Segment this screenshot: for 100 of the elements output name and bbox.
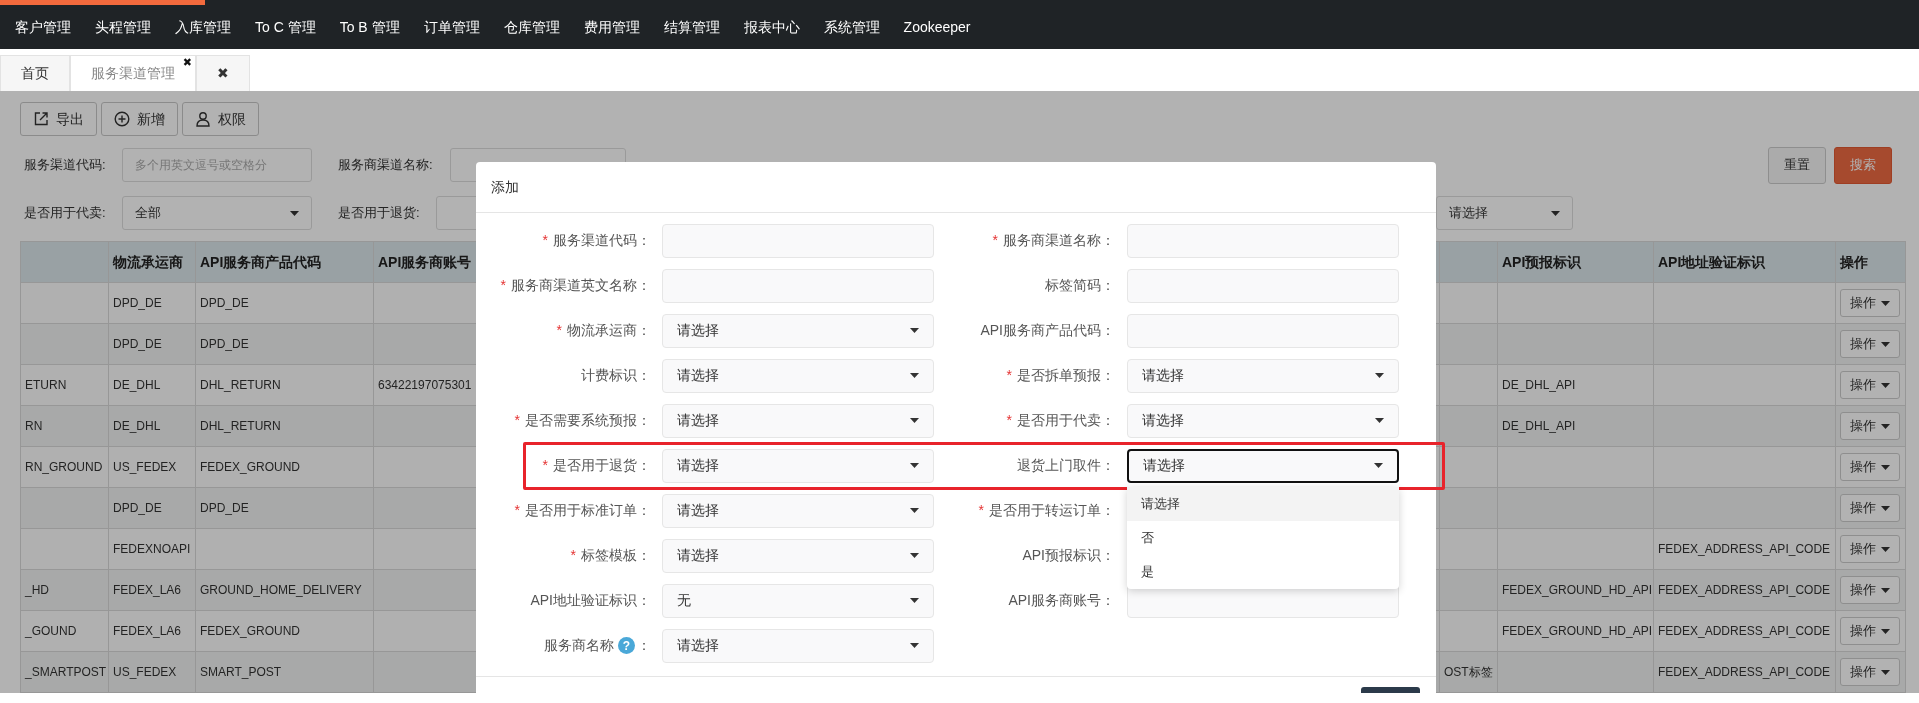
filter-label: 服务商渠道名称: [337,156,434,175]
caret-icon [1881,587,1890,593]
select-field[interactable]: 请选择 [662,358,934,393]
field-label: 是否需要系统预报： [525,411,651,430]
table-cell: FEDEX_GROUND [200,624,300,638]
filter-select[interactable]: 请选择 [1436,196,1573,230]
caret-icon [910,598,919,603]
caret-icon [910,418,919,423]
table-cell: FEDEX_ADDRESS_API_CODE [1658,665,1831,679]
reset-button[interactable]: 重置 [1768,146,1826,184]
nav-menu-item[interactable]: 入库管理 [163,16,243,38]
page-tab[interactable]: ✖ [196,55,250,91]
caret-icon [290,210,299,216]
field-label: API地址验证标识： [530,591,651,610]
nav-menu-item[interactable]: 订单管理 [411,16,492,38]
field-label: 计费标识： [581,366,651,385]
caret-icon [1881,546,1890,552]
required-asterisk: * [542,456,548,475]
select-field[interactable]: 请选择 [662,448,934,483]
dropdown-option[interactable]: 是 [1127,554,1399,589]
table-cell: FEDEX_LA6 [113,624,182,638]
nav-menu-item[interactable]: Zookeeper [891,16,983,38]
select-field[interactable]: 请选择 [1127,358,1399,393]
select-field[interactable]: 无 [662,583,934,618]
page-tab[interactable]: 首页 [0,55,70,91]
input-field[interactable] [662,223,934,258]
nav-menu-item[interactable]: 客户管理 [3,16,83,38]
person-icon [195,111,211,127]
nav-menu-item[interactable]: 仓库管理 [491,16,572,38]
caret-icon [1881,628,1890,634]
table-cell: RN_GROUND [25,460,103,474]
table-cell: FEDEXNOAPI [113,542,191,556]
table-cell: FEDEX_ADDRESS_API_CODE [1658,624,1831,638]
nav-menu-item[interactable]: To B 管理 [327,16,412,38]
table-cell: DE_DHL [113,419,161,433]
toolbar-button[interactable]: 新增 [101,102,178,136]
table-cell: DHL_RETURN [200,378,281,392]
table-cell: RN [25,419,43,433]
nav-menu-item[interactable]: 头程管理 [83,16,163,38]
caret-icon [1881,341,1890,347]
field-label: API预报标识： [1022,546,1115,565]
caret-icon [1375,373,1384,378]
required-asterisk: * [1006,411,1012,430]
dropdown-option[interactable]: 否 [1127,520,1399,555]
caret-icon [910,373,919,378]
action-dropdown-button[interactable]: 操作 [1840,412,1900,440]
action-dropdown-button[interactable]: 操作 [1840,576,1900,604]
input-field[interactable] [1127,268,1399,303]
nav-menu-item[interactable]: 报表中心 [731,16,812,38]
action-dropdown-button[interactable]: 操作 [1840,453,1900,481]
nav-menu-item[interactable]: 系统管理 [811,16,892,38]
select-field[interactable]: 请选择 [1127,448,1399,483]
column-header: API预报标识 [1497,241,1654,283]
table-cell: DPD_DE [200,296,249,310]
toolbar-button[interactable]: 权限 [182,102,259,136]
field-label: 退货上门取件： [1017,456,1115,475]
table-cell: DPD_DE [200,337,249,351]
field-label: API服务商产品代码： [980,321,1115,340]
action-dropdown-button[interactable]: 操作 [1840,371,1900,399]
required-asterisk: * [978,501,984,520]
caret-icon [1881,300,1890,306]
action-dropdown-button[interactable]: 操作 [1840,330,1900,358]
field-label: 物流承运商： [567,321,651,340]
action-dropdown-button[interactable]: 操作 [1840,494,1900,522]
select-field[interactable]: 请选择 [662,403,934,438]
toolbar-button[interactable]: 导出 [20,102,97,136]
input-field[interactable] [1127,313,1399,348]
close-icon[interactable]: ✖ [182,57,192,68]
dropdown-option[interactable]: 请选择 [1127,486,1399,521]
required-asterisk: * [570,546,576,565]
table-cell: DE_DHL_API [1502,378,1576,392]
column-header: 物流承运商 [108,241,196,283]
select-field[interactable]: 请选择 [662,313,934,348]
select-field[interactable]: 请选择 [662,628,934,663]
table-cell: DE_DHL_API [1502,419,1576,433]
input-field[interactable] [1127,223,1399,258]
select-field[interactable]: 请选择 [662,493,934,528]
input-field[interactable] [662,268,934,303]
select-field[interactable]: 请选择 [1127,403,1399,438]
nav-menu-item[interactable]: 结算管理 [651,16,732,38]
required-asterisk: * [514,411,520,430]
caret-icon [910,553,919,558]
table-cell: DPD_DE [113,501,162,515]
action-dropdown-button[interactable]: 操作 [1840,535,1900,563]
field-label: 是否用于退货： [553,456,651,475]
filter-select[interactable]: 全部 [122,196,312,230]
select-field[interactable]: 请选择 [662,538,934,573]
table-cell: FEDEX_ADDRESS_API_CODE [1658,583,1831,597]
page-tab[interactable]: 服务渠道管理 ✖ [70,55,196,91]
filter-label: 是否用于代卖: [23,204,107,223]
nav-menu-item[interactable]: 费用管理 [571,16,652,38]
action-dropdown-button[interactable]: 操作 [1840,617,1900,645]
nav-menu-item[interactable]: To C 管理 [243,16,328,38]
column-header: API服务商产品代码 [195,241,374,283]
plus-circle-icon [114,111,130,127]
field-label: 是否用于标准订单： [525,501,651,520]
caret-icon [910,328,919,333]
action-dropdown-button[interactable]: 操作 [1840,658,1900,686]
caret-icon [1375,418,1384,423]
action-dropdown-button[interactable]: 操作 [1840,289,1900,317]
